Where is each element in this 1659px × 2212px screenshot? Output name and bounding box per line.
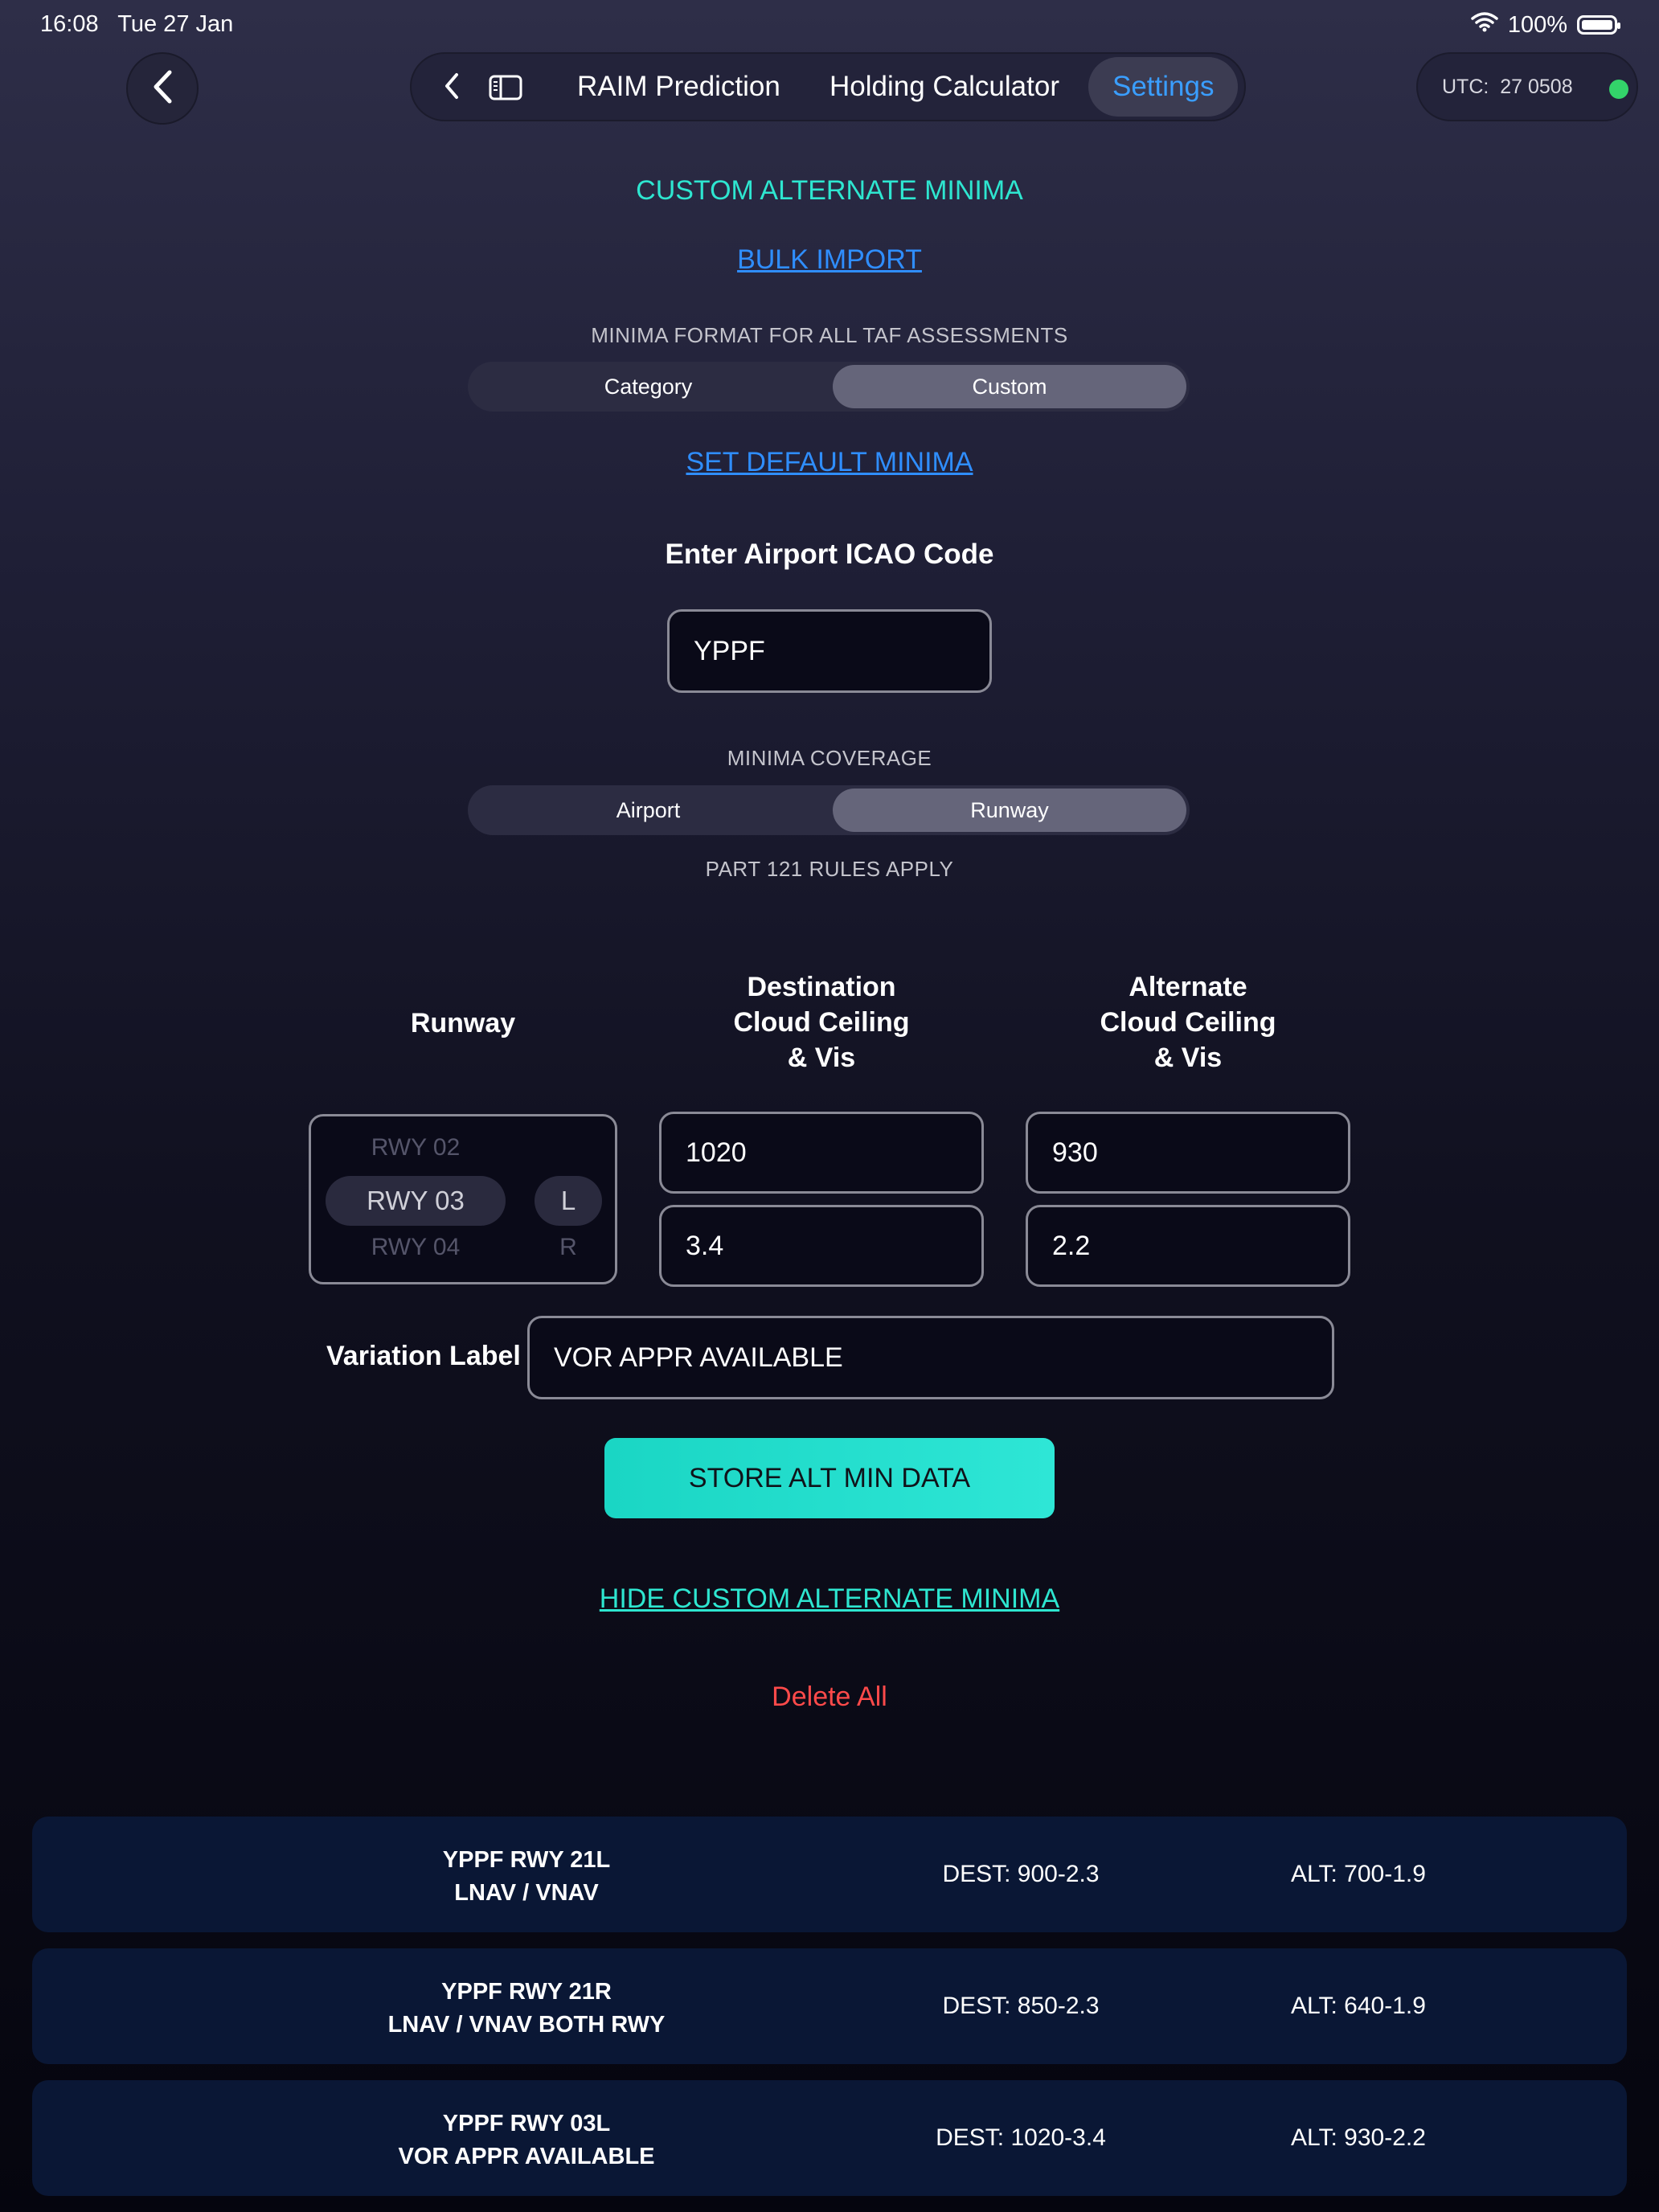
alt-vis-input[interactable]: 2.2 (1026, 1205, 1350, 1287)
delete-all-button: Delete All (0, 1682, 1659, 1713)
variation-label: Variation Label (326, 1341, 521, 1371)
status-bar-time: 16:08 Tue 27 Jan (40, 11, 233, 38)
minima-format-caption: MINIMA FORMAT FOR ALL TAF ASSESSMENTS (591, 323, 1068, 347)
back-button[interactable] (126, 52, 199, 125)
tab-holding-calculator[interactable]: Holding Calculator (830, 54, 1059, 120)
utc-value: 27 0508 (1500, 75, 1573, 98)
picker-side-next[interactable]: R (535, 1234, 602, 1261)
saved-minima-card[interactable]: YPPF RWY 21L LNAV / VNAV DEST: 900-2.3 A… (32, 1817, 1627, 1932)
delete-all-text[interactable]: Delete All (772, 1682, 887, 1712)
destination-column-header: Destination Cloud Ceiling & Vis (661, 969, 982, 1075)
chevron-left-icon (443, 72, 461, 104)
icao-label: Enter Airport ICAO Code (665, 539, 994, 570)
nav-back-button[interactable] (436, 70, 468, 105)
wifi-icon (1471, 11, 1498, 39)
card-dest: DEST: 850-2.3 (942, 1993, 1100, 2019)
store-button-label: STORE ALT MIN DATA (688, 1462, 971, 1493)
bulk-import-link-text[interactable]: BULK IMPORT (737, 244, 922, 275)
segment-airport[interactable]: Airport (468, 785, 829, 835)
sidebar-toggle-icon[interactable] (489, 75, 522, 100)
dest-header-line1: Destination (747, 972, 896, 1002)
variation-input-value: VOR APPR AVAILABLE (554, 1342, 843, 1373)
battery-icon (1577, 15, 1620, 35)
segment-custom[interactable]: Custom (833, 365, 1186, 408)
bulk-import-link: BULK IMPORT (0, 244, 1659, 276)
runway-picker[interactable]: RWY 02 RWY 03 RWY 04 L R (309, 1114, 617, 1284)
minima-coverage-caption: MINIMA COVERAGE (727, 746, 932, 770)
section-title: CUSTOM ALTERNATE MINIMA (636, 175, 1023, 206)
rules-note: PART 121 RULES APPLY (705, 857, 954, 881)
dest-header-line3: & Vis (787, 1043, 856, 1073)
picker-option-prev[interactable]: RWY 02 (326, 1134, 506, 1161)
saved-minima-card[interactable]: YPPF RWY 21R LNAV / VNAV BOTH RWY DEST: … (32, 1948, 1627, 2064)
picker-option-next[interactable]: RWY 04 (326, 1234, 506, 1261)
status-bar-right: 100% (1471, 11, 1620, 39)
card-title: YPPF RWY 03L VOR APPR AVAILABLE (305, 2108, 748, 2173)
alt-vis-value: 2.2 (1052, 1230, 1091, 1261)
dest-vis-value: 3.4 (686, 1230, 724, 1261)
battery-percent: 100% (1507, 11, 1567, 38)
variation-input[interactable]: VOR APPR AVAILABLE (527, 1316, 1334, 1399)
segment-category[interactable]: Category (468, 362, 829, 412)
utc-clock: UTC: 27 0508 (1416, 52, 1638, 121)
hide-custom-minima-text[interactable]: HIDE CUSTOM ALTERNATE MINIMA (600, 1583, 1059, 1614)
hide-custom-minima-link: HIDE CUSTOM ALTERNATE MINIMA (0, 1583, 1659, 1615)
status-dot-icon (1609, 80, 1628, 99)
status-time: 16:08 (40, 11, 99, 37)
store-alt-min-button[interactable]: STORE ALT MIN DATA (604, 1438, 1055, 1518)
dest-ceiling-input[interactable]: 1020 (659, 1112, 984, 1194)
top-nav-bar: RAIM Prediction Holding Calculator Setti… (410, 52, 1246, 121)
picker-option-selected[interactable]: RWY 03 (326, 1186, 506, 1216)
set-default-minima-text[interactable]: SET DEFAULT MINIMA (686, 447, 973, 477)
card-runway: YPPF RWY 03L (442, 2111, 611, 2136)
card-variation: LNAV / VNAV BOTH RWY (387, 2012, 666, 2038)
card-title: YPPF RWY 21R LNAV / VNAV BOTH RWY (305, 1976, 748, 2042)
chevron-left-icon (150, 69, 174, 109)
status-date: Tue 27 Jan (117, 11, 234, 37)
card-runway: YPPF RWY 21R (441, 1979, 612, 2005)
alt-header-line1: Alternate (1129, 972, 1247, 1002)
card-variation: LNAV / VNAV (454, 1880, 599, 1906)
segment-runway[interactable]: Runway (833, 789, 1186, 832)
card-alt: ALT: 930-2.2 (1291, 2124, 1426, 2151)
alt-ceiling-value: 930 (1052, 1137, 1098, 1168)
utc-label: UTC: (1442, 75, 1489, 98)
runway-column-header: Runway (410, 1008, 516, 1038)
dest-vis-input[interactable]: 3.4 (659, 1205, 984, 1287)
card-variation: VOR APPR AVAILABLE (398, 2144, 655, 2169)
card-alt: ALT: 700-1.9 (1291, 1861, 1426, 1887)
tab-raim-prediction[interactable]: RAIM Prediction (577, 54, 780, 120)
dest-header-line2: Cloud Ceiling (733, 1007, 910, 1038)
card-alt: ALT: 640-1.9 (1291, 1993, 1426, 2019)
minima-coverage-segmented-control: Airport Runway (468, 785, 1190, 835)
icao-input[interactable]: YPPF (667, 609, 992, 693)
card-title: YPPF RWY 21L LNAV / VNAV (305, 1844, 748, 1910)
card-dest: DEST: 1020-3.4 (936, 2124, 1106, 2151)
picker-side-selected[interactable]: L (535, 1186, 602, 1216)
dest-ceiling-value: 1020 (686, 1137, 747, 1168)
tab-settings[interactable]: Settings (1088, 57, 1239, 117)
saved-minima-card[interactable]: YPPF RWY 03L VOR APPR AVAILABLE DEST: 10… (32, 2080, 1627, 2196)
alt-ceiling-input[interactable]: 930 (1026, 1112, 1350, 1194)
alt-header-line3: & Vis (1153, 1043, 1223, 1073)
card-dest: DEST: 900-2.3 (942, 1861, 1100, 1887)
minima-format-segmented-control: Category Custom (468, 362, 1190, 412)
alternate-column-header: Alternate Cloud Ceiling & Vis (1027, 969, 1349, 1075)
card-runway: YPPF RWY 21L (442, 1847, 611, 1873)
set-default-minima-link: SET DEFAULT MINIMA (0, 447, 1659, 478)
icao-input-value: YPPF (694, 635, 765, 666)
alt-header-line2: Cloud Ceiling (1100, 1007, 1276, 1038)
